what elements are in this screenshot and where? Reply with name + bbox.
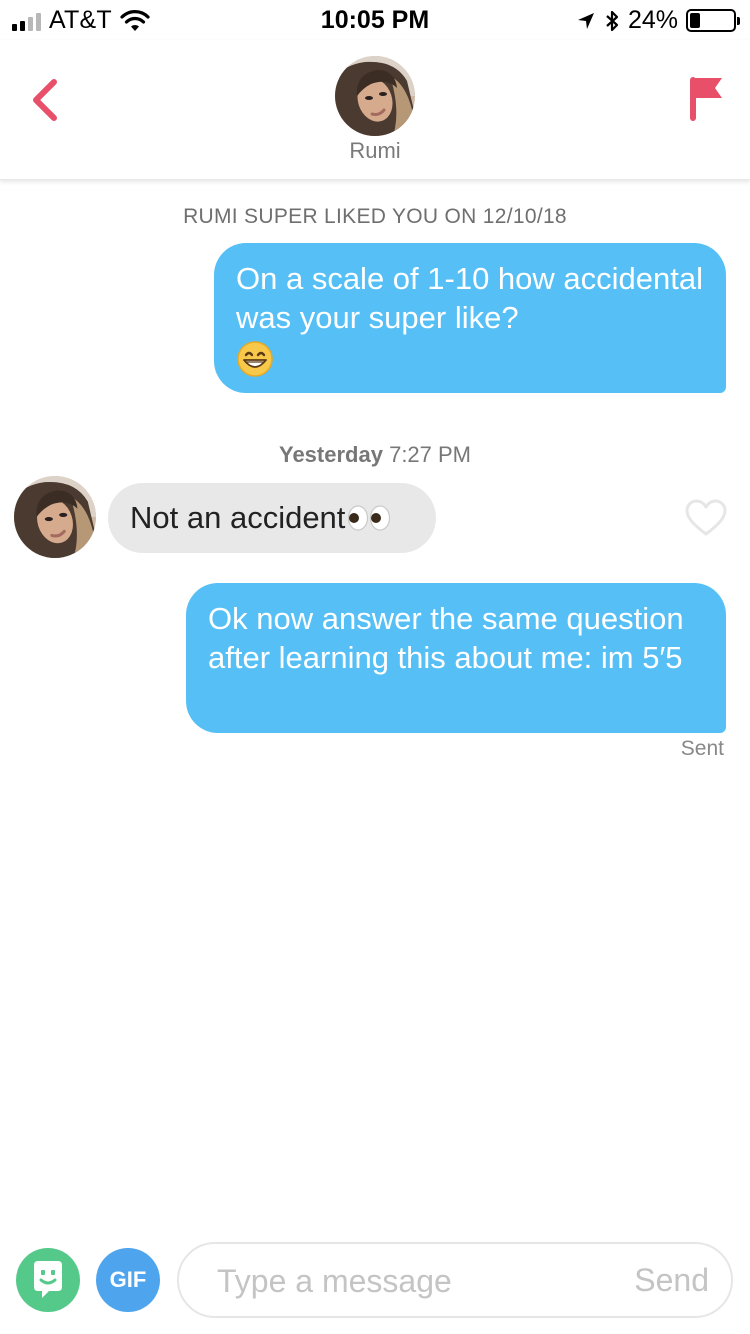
sender-avatar[interactable] xyxy=(14,476,96,558)
message-text: Not an accident xyxy=(130,500,346,535)
flag-icon[interactable] xyxy=(686,74,726,124)
chat-header: Rumi xyxy=(0,40,750,180)
avatar-photo xyxy=(335,56,415,136)
message-field[interactable]: Send xyxy=(177,1242,733,1318)
bluetooth-icon xyxy=(606,10,619,31)
delivery-status: Sent xyxy=(680,737,724,760)
incoming-message[interactable]: Not an accident xyxy=(108,483,436,553)
avatar-photo xyxy=(14,476,96,558)
send-button[interactable]: Send xyxy=(634,1262,709,1299)
bitmoji-icon xyxy=(34,1261,62,1298)
outgoing-message[interactable]: Ok now answer the same question after le… xyxy=(186,583,726,733)
message-input[interactable] xyxy=(217,1258,597,1304)
bitmoji-button[interactable] xyxy=(16,1248,80,1312)
match-name[interactable]: Rumi xyxy=(0,138,750,164)
message-text: On a scale of 1-10 how accidental was yo… xyxy=(236,261,703,335)
message-text: Ok now answer the same question after le… xyxy=(208,601,684,675)
outgoing-message[interactable]: On a scale of 1-10 how accidental was yo… xyxy=(214,243,726,393)
message-composer: GIF Send xyxy=(0,1226,750,1334)
battery-icon xyxy=(686,9,740,32)
status-bar: AT&T 10:05 PM 24% xyxy=(0,0,750,40)
message-timestamp: Yesterday 7:27 PM xyxy=(0,442,750,468)
timestamp-day: Yesterday xyxy=(278,442,383,467)
chevron-left-icon[interactable] xyxy=(24,74,68,126)
eyes-emoji xyxy=(348,505,391,531)
location-arrow-icon xyxy=(577,12,594,29)
grinning-face-emoji xyxy=(237,341,273,377)
super-like-note: RUMI SUPER LIKED YOU ON 12/10/18 xyxy=(183,205,567,228)
heart-icon[interactable] xyxy=(684,498,728,538)
match-avatar[interactable] xyxy=(335,56,415,136)
battery-percent: 24% xyxy=(627,6,678,34)
battery-level xyxy=(690,13,700,28)
status-right: 24% xyxy=(576,6,740,35)
gif-button[interactable]: GIF xyxy=(96,1248,160,1312)
timestamp-time: 7:27 PM xyxy=(389,442,472,467)
